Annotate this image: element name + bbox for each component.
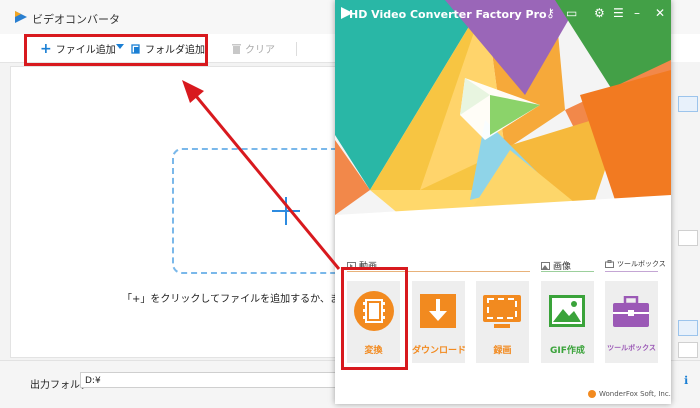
menu-icon[interactable]: ☰ [613,6,624,20]
info-icon[interactable]: ℹ [684,374,688,387]
drop-zone[interactable] [172,148,356,274]
add-plus-icon[interactable] [270,195,302,227]
toolbar-highlight [24,34,208,66]
convert-highlight [341,267,408,370]
footer: WonderFox Soft, Inc. [588,390,671,398]
toolbox-icon [612,296,650,328]
record-label: 録画 [493,346,512,356]
minimize-icon[interactable]: – [634,6,640,20]
trash-icon [232,43,241,54]
toolbar-divider [296,42,297,56]
converter-title: ビデオコンバータ [32,13,120,26]
option-box[interactable] [678,320,698,336]
image-section-divider [541,271,594,272]
hd-app-title: HD Video Converter Factory Pro [349,8,547,21]
clear-button[interactable]: クリア [232,41,275,56]
toolbox-section-icon [605,260,614,268]
screen-record-icon [482,294,522,330]
key-icon[interactable]: ⚷ [546,6,555,20]
toolbox-section-divider [605,271,658,272]
option-box[interactable] [678,342,698,358]
format-selector[interactable] [678,96,698,112]
image-section-icon [541,261,550,270]
settings-icon[interactable]: ⚙ [594,6,605,20]
section-toolbox: ツールボックス [605,259,666,269]
toolbox-label: ツールボックス [607,344,656,352]
hero-banner [335,0,671,245]
image-icon [548,294,586,328]
app-logo-icon [14,10,28,24]
gif-maker-label: GIF作成 [550,346,585,356]
clear-label: クリア [245,45,275,56]
wonderfox-logo-icon [588,390,596,398]
output-folder-field[interactable]: D:¥ [80,372,340,388]
download-icon [419,293,457,329]
footer-text: WonderFox Soft, Inc. [599,390,671,398]
download-label: ダウンロード [412,346,467,356]
section-toolbox-label: ツールボックス [617,260,666,268]
cart-icon[interactable]: ▭ [566,6,577,20]
close-icon[interactable]: ✕ [655,6,665,20]
option-box[interactable] [678,230,698,246]
